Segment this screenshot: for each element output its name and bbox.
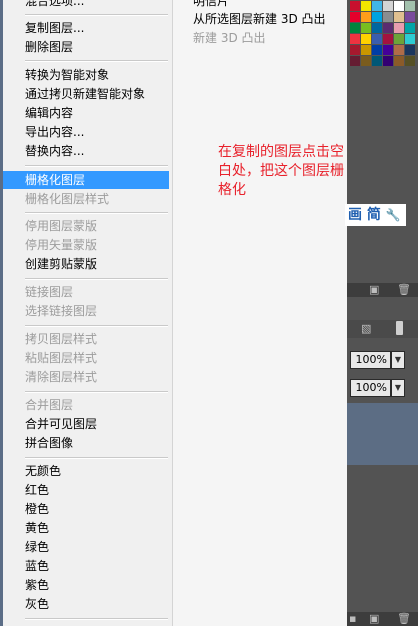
toolbar-fragment-text: 画 简 (348, 207, 381, 223)
color-swatch[interactable] (383, 56, 393, 66)
color-swatch[interactable] (361, 34, 371, 44)
menu-item-disable-layer-mask[interactable]: 停用图层蒙版 (3, 217, 169, 235)
instruction-annotation: 在复制的图层点击空白处，把这个图层栅格化 (218, 144, 344, 198)
color-swatch[interactable] (394, 45, 404, 55)
color-swatch[interactable] (372, 34, 382, 44)
new-layer-icon[interactable]: ▣ (369, 613, 379, 625)
submenu-item-new-3d-extrusion[interactable]: 新建 3D 凸出 (193, 29, 266, 47)
color-swatch[interactable] (394, 23, 404, 33)
menu-item-edit-contents[interactable]: 编辑内容 (3, 104, 169, 122)
color-swatch[interactable] (372, 45, 382, 55)
menu-item-color-none[interactable]: 无颜色 (3, 462, 169, 480)
color-swatch[interactable] (405, 1, 415, 11)
menu-item-delete-layer[interactable]: 删除图层 (3, 38, 169, 56)
menu-separator (25, 618, 168, 620)
menu-separator (25, 165, 168, 167)
menu-item-color-yellow[interactable]: 黄色 (3, 519, 169, 537)
menu-item-merge-visible[interactable]: 合并可见图层 (3, 415, 169, 433)
new-group-icon[interactable]: ▪ (349, 613, 356, 625)
color-swatch[interactable] (405, 45, 415, 55)
menu-item-color-gray[interactable]: 灰色 (3, 595, 169, 613)
menu-item-export-contents[interactable]: 导出内容... (3, 123, 169, 141)
color-swatch[interactable] (350, 12, 360, 22)
color-swatch[interactable] (383, 12, 393, 22)
menu-separator (25, 391, 168, 393)
color-swatch[interactable] (361, 23, 371, 33)
trash-icon[interactable]: 🗑 (397, 613, 411, 625)
menu-separator (25, 457, 168, 459)
menu-item-color-violet[interactable]: 紫色 (3, 576, 169, 594)
menu-item-link-layers[interactable]: 链接图层 (3, 283, 169, 301)
menu-item-paste-layer-style[interactable]: 粘贴图层样式 (3, 349, 169, 367)
color-swatch[interactable] (350, 34, 360, 44)
color-swatch[interactable] (350, 23, 360, 33)
filter-toggle-icon[interactable] (396, 321, 403, 335)
3d-submenu: 明信片 从所选图层新建 3D 凸出 新建 3D 凸出 (172, 0, 348, 626)
toolbar-fragment: 画 简 🔧 (345, 204, 406, 226)
menu-item-merge-layers[interactable]: 合并图层 (3, 396, 169, 414)
menu-separator (25, 212, 168, 214)
menu-separator (25, 14, 168, 16)
color-swatch[interactable] (361, 45, 371, 55)
color-swatch[interactable] (405, 56, 415, 66)
trash-icon[interactable]: 🗑 (397, 284, 411, 296)
menu-separator (25, 325, 168, 327)
color-swatch[interactable] (383, 23, 393, 33)
menu-item-color-green[interactable]: 绿色 (3, 538, 169, 556)
swatches-panel-footer: ▣ 🗑 (347, 283, 418, 297)
menu-item-blending-options[interactable]: 混合选项... (3, 0, 169, 10)
color-swatch[interactable] (361, 1, 371, 11)
selected-layer-row[interactable] (347, 403, 418, 465)
color-swatch[interactable] (361, 56, 371, 66)
color-swatch[interactable] (405, 34, 415, 44)
fill-field[interactable]: 100% (350, 379, 391, 397)
color-swatch[interactable] (372, 12, 382, 22)
color-swatch[interactable] (372, 23, 382, 33)
color-swatch[interactable] (383, 45, 393, 55)
color-swatch[interactable] (350, 45, 360, 55)
color-swatch[interactable] (405, 12, 415, 22)
menu-separator (25, 60, 168, 62)
menu-item-flatten-image[interactable]: 拼合图像 (3, 434, 169, 452)
menu-item-rasterize-layer-style[interactable]: 栅格化图层样式 (3, 190, 169, 208)
menu-item-copy-layer-style[interactable]: 拷贝图层样式 (3, 330, 169, 348)
layer-context-menu: 混合选项... 复制图层... 删除图层 转换为智能对象 通过拷贝新建智能对象 … (0, 0, 173, 626)
opacity-field[interactable]: 100% (350, 351, 391, 369)
filter-smart-object-icon[interactable]: ▧ (361, 323, 371, 335)
color-swatch[interactable] (383, 34, 393, 44)
color-swatch[interactable] (350, 56, 360, 66)
menu-separator (25, 278, 168, 280)
menu-item-disable-vector-mask[interactable]: 停用矢量蒙版 (3, 236, 169, 254)
menu-item-clear-layer-style[interactable]: 清除图层样式 (3, 368, 169, 386)
photoshop-side-panel: ▣ 🗑 ▧ 100% ▼ 100% ▼ ▪ ▣ 🗑 (347, 0, 418, 626)
fill-dropdown-icon[interactable]: ▼ (391, 379, 405, 397)
menu-item-duplicate-layer[interactable]: 复制图层... (3, 19, 169, 37)
menu-item-rasterize-layer[interactable]: 栅格化图层 (3, 171, 169, 189)
color-swatch[interactable] (394, 34, 404, 44)
color-swatch[interactable] (383, 1, 393, 11)
color-swatch[interactable] (394, 1, 404, 11)
color-swatch[interactable] (361, 12, 371, 22)
color-swatch[interactable] (394, 12, 404, 22)
menu-item-color-orange[interactable]: 橙色 (3, 500, 169, 518)
wrench-icon[interactable]: 🔧 (386, 208, 401, 222)
color-swatch[interactable] (372, 1, 382, 11)
color-swatch[interactable] (405, 23, 415, 33)
opacity-dropdown-icon[interactable]: ▼ (391, 351, 405, 369)
color-swatch[interactable] (372, 56, 382, 66)
menu-item-select-linked-layers[interactable]: 选择链接图层 (3, 302, 169, 320)
color-swatch[interactable] (350, 1, 360, 11)
menu-item-replace-contents[interactable]: 替换内容... (3, 142, 169, 160)
menu-item-color-red[interactable]: 红色 (3, 481, 169, 499)
submenu-item-new-3d-extrusion-from-layer[interactable]: 从所选图层新建 3D 凸出 (193, 10, 326, 28)
color-swatch[interactable] (394, 56, 404, 66)
menu-item-create-clipping-mask[interactable]: 创建剪贴蒙版 (3, 255, 169, 273)
layers-filter-bar: ▧ (347, 320, 418, 338)
layers-panel-footer: ▪ ▣ 🗑 (347, 612, 418, 626)
menu-item-convert-smart-object[interactable]: 转换为智能对象 (3, 66, 169, 84)
menu-item-new-smart-object-via-copy[interactable]: 通过拷贝新建智能对象 (3, 85, 169, 103)
menu-item-color-blue[interactable]: 蓝色 (3, 557, 169, 575)
new-swatch-icon[interactable]: ▣ (369, 284, 379, 296)
submenu-item-postcard[interactable]: 明信片 (193, 0, 229, 10)
